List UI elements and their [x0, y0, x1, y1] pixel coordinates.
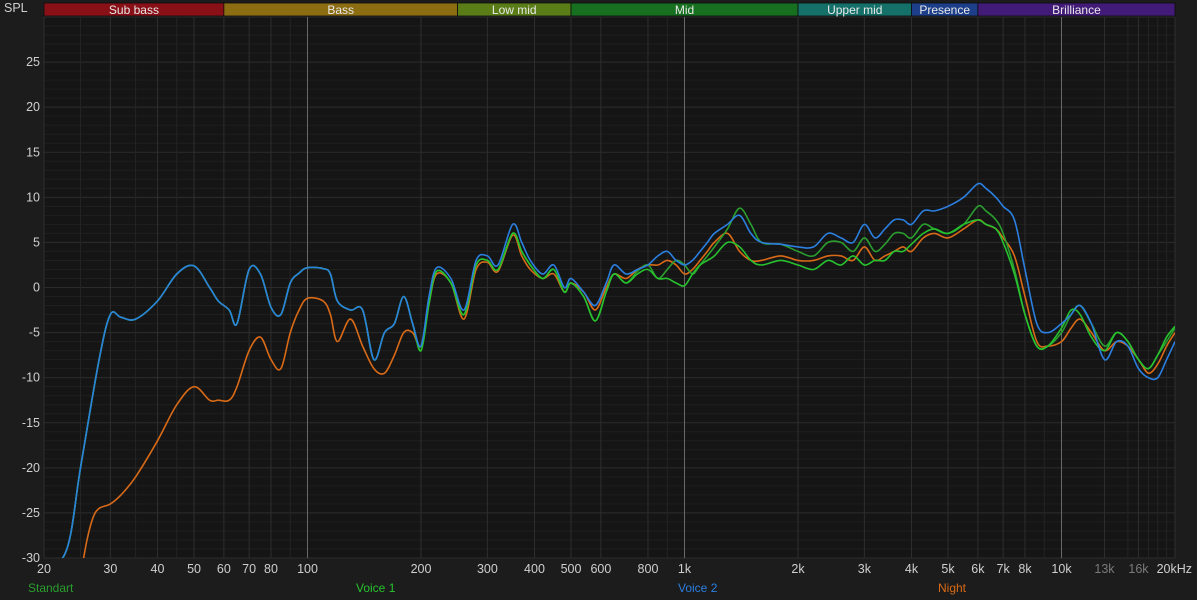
x-tick-label: 3k — [858, 562, 872, 576]
x-tick-label: 13k — [1094, 562, 1115, 576]
band-low-mid: Low mid — [457, 2, 572, 17]
band-label: Mid — [675, 3, 694, 17]
x-tick-label: 80 — [264, 562, 278, 576]
band-mid: Mid — [570, 2, 799, 17]
y-tick-label: 25 — [26, 55, 40, 69]
y-tick-label: 0 — [33, 281, 40, 295]
x-tick-label: 7k — [997, 562, 1011, 576]
band-label: Upper mid — [827, 3, 882, 17]
y-tick-label: 20 — [26, 100, 40, 114]
y-tick-label: -5 — [29, 326, 40, 340]
x-tick-label: 16k — [1128, 562, 1149, 576]
x-tick-label: 4k — [905, 562, 919, 576]
x-tick-label: 70 — [242, 562, 256, 576]
y-tick-label: 10 — [26, 190, 40, 204]
band-label: Presence — [919, 3, 970, 17]
x-tick-label: 8k — [1018, 562, 1032, 576]
band-label: Bass — [327, 3, 354, 17]
x-tick-label: 60 — [217, 562, 231, 576]
x-tick-label: 600 — [590, 562, 611, 576]
band-label: Sub bass — [109, 3, 159, 17]
x-tick-label: 20kHz — [1157, 562, 1192, 576]
band-sub-bass: Sub bass — [43, 2, 225, 17]
band-brilliance: Brilliance — [977, 2, 1176, 17]
band-bass: Bass — [223, 2, 458, 17]
x-tick-label: 100 — [297, 562, 318, 576]
x-tick-label: 400 — [524, 562, 545, 576]
x-tick-label: 500 — [561, 562, 582, 576]
y-tick-label: 15 — [26, 145, 40, 159]
y-axis-label: SPL — [4, 1, 28, 15]
legend-item-voice-2[interactable]: Voice 2 — [678, 581, 718, 595]
frequency-band-bar: Sub bass Bass Low mid Mid Upper mid Presence B… — [43, 2, 1176, 17]
x-tick-label: 800 — [638, 562, 659, 576]
y-tick-label: -25 — [22, 506, 40, 520]
y-tick-label: -15 — [22, 416, 40, 430]
band-upper-mid: Upper mid — [797, 2, 912, 17]
legend-item-voice-1[interactable]: Voice 1 — [356, 581, 396, 595]
x-tick-label: 1k — [678, 562, 692, 576]
grid — [43, 16, 1176, 559]
band-presence: Presence — [911, 2, 979, 17]
x-tick-label: 6k — [971, 562, 985, 576]
x-tick-label: 5k — [941, 562, 955, 576]
x-tick-label: 30 — [103, 562, 117, 576]
y-tick-label: 5 — [33, 235, 40, 249]
x-tick-label: 300 — [477, 562, 498, 576]
legend-item-night[interactable]: Night — [938, 581, 967, 595]
x-tick-label: 40 — [151, 562, 165, 576]
legend-item-standart[interactable]: Standart — [28, 581, 74, 595]
x-tick-label: 50 — [187, 562, 201, 576]
y-tick-label: -20 — [22, 461, 40, 475]
y-tick-label: -10 — [22, 371, 40, 385]
frequency-response-chart: Sub bass Bass Low mid Mid Upper mid Presence B… — [0, 0, 1197, 600]
x-tick-label: 20 — [37, 562, 51, 576]
x-tick-label: 2k — [791, 562, 805, 576]
x-tick-label: 200 — [411, 562, 432, 576]
band-label: Brilliance — [1052, 3, 1101, 17]
x-tick-label: 10k — [1051, 562, 1072, 576]
band-label: Low mid — [492, 3, 537, 17]
